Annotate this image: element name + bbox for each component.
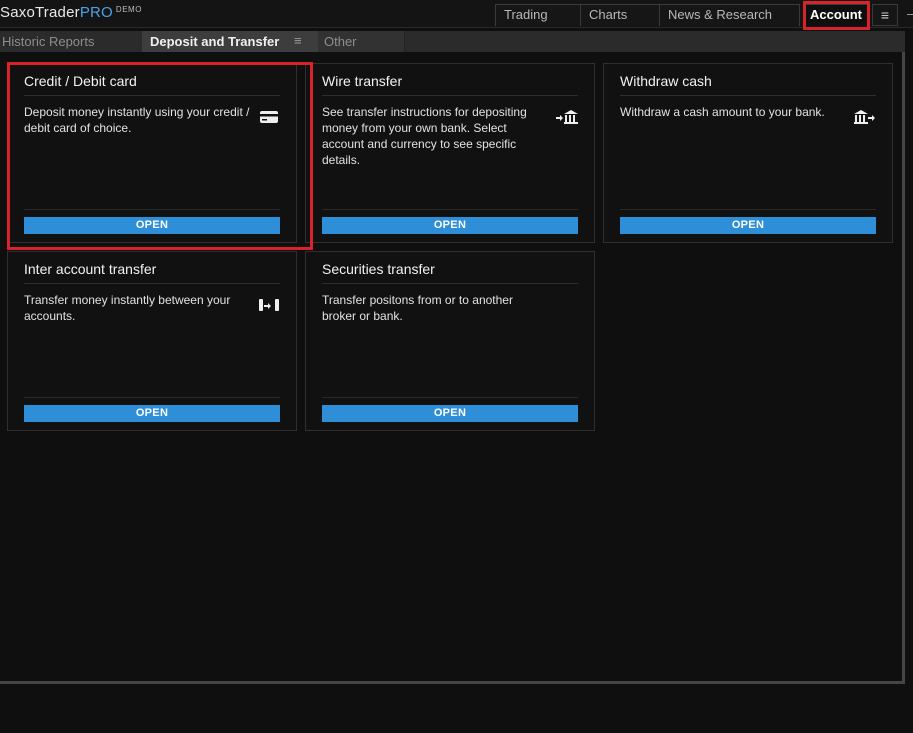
tab-news-research[interactable]: News & Research [659, 4, 800, 26]
card-wire-transfer: Wire transfer See transfer instructions … [305, 63, 595, 243]
sub-tab-bar: Historic Reports Deposit and Transfer ≡ … [0, 31, 905, 52]
card-description: Transfer positons from or to another bro… [322, 293, 513, 323]
card-description: Withdraw a cash amount to your bank. [620, 105, 825, 119]
tab-charts-label: Charts [589, 7, 628, 22]
card-divider [322, 283, 578, 284]
card-securities-transfer: Securities transfer Transfer positons fr… [305, 251, 595, 431]
brand-name: SaxoTrader [0, 4, 80, 21]
brand-suffix: PRO [79, 4, 113, 21]
open-inter-account-button[interactable]: OPEN [24, 405, 280, 422]
card-divider [24, 283, 280, 284]
open-withdraw-cash-button[interactable]: OPEN [620, 217, 876, 234]
tab-trading[interactable]: Trading [495, 4, 581, 26]
app-window: SaxoTraderPRO DEMO Trading Charts News & … [0, 0, 913, 733]
subtab-other[interactable]: Other [318, 31, 405, 52]
card-divider [322, 95, 578, 96]
hamburger-icon: ≡ [880, 7, 890, 23]
open-securities-transfer-button[interactable]: OPEN [322, 405, 578, 422]
card-title: Inter account transfer [24, 261, 157, 277]
card-footer-divider [620, 209, 876, 210]
bank-withdraw-icon [854, 108, 876, 126]
card-divider [620, 95, 876, 96]
tab-charts[interactable]: Charts [580, 4, 660, 26]
top-bar: SaxoTraderPRO DEMO Trading Charts News & … [0, 0, 913, 30]
card-withdraw-cash: Withdraw cash Withdraw a cash amount to … [603, 63, 893, 243]
tab-trading-label: Trading [504, 7, 548, 22]
card-footer-divider [24, 397, 280, 398]
subtab-other-label: Other [324, 34, 357, 49]
demo-badge: DEMO [115, 5, 142, 14]
card-title: Wire transfer [322, 73, 403, 89]
card-description: Transfer money instantly between your ac… [24, 293, 231, 323]
main-menu-button[interactable]: ≡ [872, 4, 898, 26]
tab-news-research-label: News & Research [668, 7, 773, 22]
card-footer-divider [322, 397, 578, 398]
app-logo: SaxoTraderPRO DEMO [0, 4, 142, 21]
account-tab-highlight [803, 1, 870, 30]
inter-account-transfer-icon [258, 296, 280, 314]
card-description: See transfer instructions for depositing… [322, 105, 527, 167]
subtab-deposit-transfer-label: Deposit and Transfer [150, 34, 280, 49]
card-footer-divider [322, 209, 578, 210]
subtab-historic-reports-label: Historic Reports [2, 34, 95, 49]
open-wire-transfer-button[interactable]: OPEN [322, 217, 578, 234]
subtab-menu-icon[interactable]: ≡ [294, 33, 302, 48]
card-title: Securities transfer [322, 261, 435, 277]
card-inter-account-transfer: Inter account transfer Transfer money in… [7, 251, 297, 431]
credit-card-highlight [7, 62, 313, 250]
bank-deposit-icon [556, 108, 578, 126]
subtab-historic-reports[interactable]: Historic Reports [0, 31, 142, 52]
subtab-deposit-transfer[interactable]: Deposit and Transfer [142, 31, 318, 52]
card-title: Withdraw cash [620, 73, 712, 89]
window-edge-dash [907, 14, 913, 15]
